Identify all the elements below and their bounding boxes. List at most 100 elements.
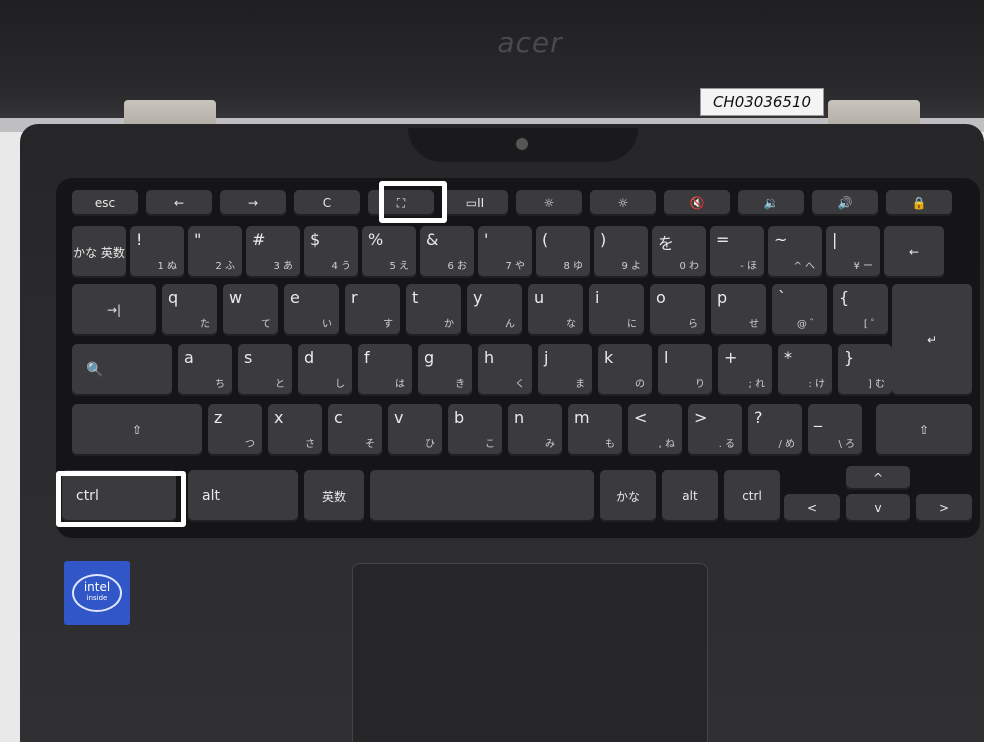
row4-key-4[interactable]: vひ	[388, 404, 442, 456]
row3-key-3[interactable]: dし	[298, 344, 352, 396]
num-key-1-label: !	[136, 230, 143, 249]
row2-key-0[interactable]: →|	[72, 284, 156, 336]
row2-key-9[interactable]: oら	[650, 284, 705, 336]
row2-key-7[interactable]: uな	[528, 284, 583, 336]
num-key-7[interactable]: ' 7 や	[478, 226, 532, 278]
row3-key-4[interactable]: fは	[358, 344, 412, 396]
trackpad[interactable]	[352, 563, 708, 742]
row4-key-7[interactable]: mも	[568, 404, 622, 456]
row2-key-4[interactable]: rす	[345, 284, 400, 336]
bottom-key-5[interactable]: alt	[662, 470, 718, 522]
row2-key-13[interactable]: ↵	[892, 284, 972, 396]
num-key-13[interactable]: | ¥ ー	[826, 226, 880, 278]
row3-key-2-label: s	[244, 348, 253, 367]
fn-key-0[interactable]: esc	[72, 190, 138, 216]
row3-key-5[interactable]: gき	[418, 344, 472, 396]
row2-key-10[interactable]: pせ	[711, 284, 766, 336]
fn-key-9[interactable]: 🔉	[738, 190, 804, 216]
row2-key-11[interactable]: ` @ ゛	[772, 284, 827, 336]
num-key-14[interactable]: ←	[884, 226, 944, 278]
row2-key-6[interactable]: yん	[467, 284, 522, 336]
row3-key-8[interactable]: kの	[598, 344, 652, 396]
bottom-key-1[interactable]: alt	[188, 470, 298, 522]
row4-key-4-label: v	[394, 408, 404, 427]
row4-key-5[interactable]: bこ	[448, 404, 502, 456]
num-key-4[interactable]: $4 う	[304, 226, 358, 278]
fn-key-2-label: →	[247, 196, 259, 210]
row4-key-0-label: ⇧	[131, 423, 143, 437]
row2-key-2[interactable]: wて	[223, 284, 278, 336]
row3-key-9[interactable]: lり	[658, 344, 712, 396]
num-key-6[interactable]: & 6 お	[420, 226, 474, 278]
num-key-10[interactable]: を 0 わ	[652, 226, 706, 278]
row3-key-1[interactable]: aち	[178, 344, 232, 396]
row3-key-6[interactable]: hく	[478, 344, 532, 396]
num-key-8-kana: 8 ゆ	[563, 261, 583, 272]
row2-key-12[interactable]: {[ ゜	[833, 284, 888, 336]
num-key-2[interactable]: " 2 ふ	[188, 226, 242, 278]
num-key-9[interactable]: ) 9 よ	[594, 226, 648, 278]
fn-key-3[interactable]: C	[294, 190, 360, 216]
row2-key-8[interactable]: iに	[589, 284, 644, 336]
row3-key-5-label: g	[424, 348, 435, 367]
row4-key-1[interactable]: zつ	[208, 404, 262, 456]
row3-key-2[interactable]: sと	[238, 344, 292, 396]
bottom-key-6[interactable]: ctrl	[724, 470, 780, 522]
row4-key-9[interactable]: > . る	[688, 404, 742, 456]
row4-key-3-label: c	[334, 408, 343, 427]
arrow-right-key[interactable]: >	[916, 494, 972, 522]
num-key-9-label: )	[600, 230, 607, 249]
num-key-12-kana: ^ へ	[793, 261, 815, 272]
num-key-8[interactable]: (8 ゆ	[536, 226, 590, 278]
row3-key-3-kana: し	[335, 379, 345, 390]
row2-key-3[interactable]: eい	[284, 284, 339, 336]
row3-key-7[interactable]: jま	[538, 344, 592, 396]
row4-key-12[interactable]: ⇧	[876, 404, 972, 456]
arrow-down-key[interactable]: v	[846, 494, 910, 522]
row4-key-10[interactable]: ? / め	[748, 404, 802, 456]
row4-key-11-kana: \ ろ	[838, 439, 855, 450]
row4-key-6[interactable]: nみ	[508, 404, 562, 456]
arrow-left-key[interactable]: <	[784, 494, 840, 522]
num-key-12[interactable]: ~ ^ へ	[768, 226, 822, 278]
bottom-key-4[interactable]: かな	[600, 470, 656, 522]
fn-key-2[interactable]: →	[220, 190, 286, 216]
row3-key-0[interactable]: 🔍	[72, 344, 172, 396]
fn-key-3-label: C	[322, 196, 332, 210]
bottom-key-2[interactable]: 英数	[304, 470, 364, 522]
row4-key-2[interactable]: xさ	[268, 404, 322, 456]
num-key-7-label: '	[484, 230, 489, 249]
row2-key-3-kana: い	[322, 319, 332, 330]
row4-key-12-label: ⇧	[918, 423, 930, 437]
fn-key-8[interactable]: 🔇	[664, 190, 730, 216]
bottom-key-3[interactable]	[370, 470, 594, 522]
row3-key-11[interactable]: *: け	[778, 344, 832, 396]
brand-logo: acer	[497, 26, 563, 59]
fn-key-6[interactable]: ☼	[516, 190, 582, 216]
row3-key-1-kana: ち	[215, 379, 225, 390]
row2-key-5[interactable]: tか	[406, 284, 461, 336]
num-key-5[interactable]: % 5 え	[362, 226, 416, 278]
camera-icon	[516, 138, 528, 150]
fn-key-7[interactable]: ☼	[590, 190, 656, 216]
row4-key-11[interactable]: _ \ ろ	[808, 404, 862, 456]
row2-key-1[interactable]: qた	[162, 284, 217, 336]
arrow-up-key[interactable]: ^	[846, 466, 910, 490]
num-key-0[interactable]: かな 英数	[72, 226, 126, 278]
row4-key-8-label: <	[634, 408, 648, 427]
row3-key-10[interactable]: + ; れ	[718, 344, 772, 396]
num-key-11[interactable]: = - ほ	[710, 226, 764, 278]
fn-key-5[interactable]: ▭II	[442, 190, 508, 216]
row4-key-8[interactable]: < , ね	[628, 404, 682, 456]
fn-key-10[interactable]: 🔊	[812, 190, 878, 216]
num-key-3[interactable]: #3 あ	[246, 226, 300, 278]
row3-key-12[interactable]: }] む	[838, 344, 892, 396]
fn-key-1[interactable]: ←	[146, 190, 212, 216]
row4-key-0[interactable]: ⇧	[72, 404, 202, 456]
num-key-1[interactable]: ! 1 ぬ	[130, 226, 184, 278]
row4-key-3[interactable]: cそ	[328, 404, 382, 456]
arrow-right-key-label: >	[938, 501, 950, 515]
asset-label: CH03036510	[700, 88, 824, 116]
fn-key-11[interactable]: 🔒	[886, 190, 952, 216]
fn-key-0-label: esc	[94, 196, 116, 210]
